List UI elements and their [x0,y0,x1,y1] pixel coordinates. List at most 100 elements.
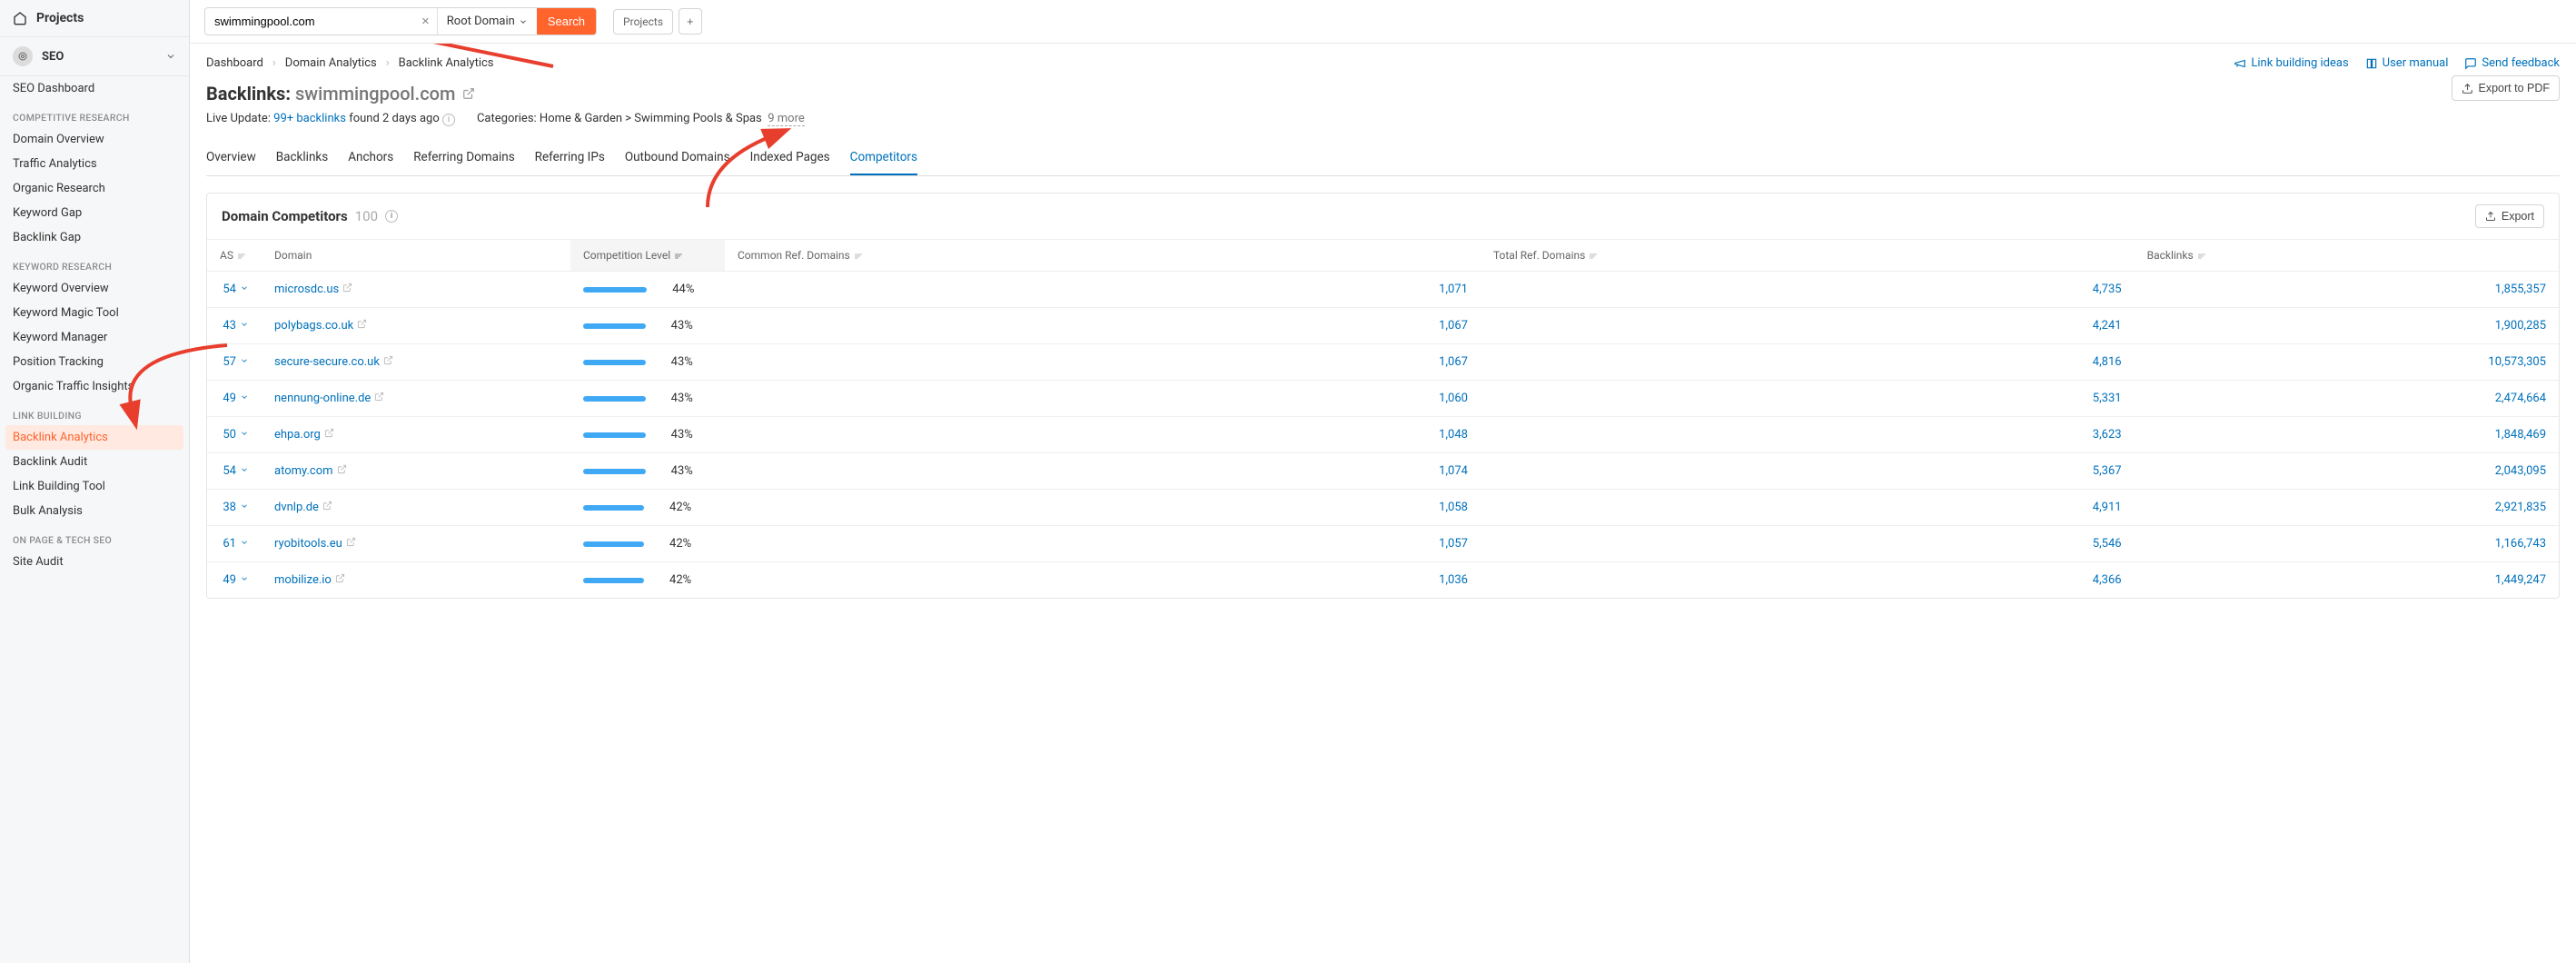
as-value[interactable]: 38 [223,501,249,514]
send-feedback[interactable]: Send feedback [2464,56,2560,70]
col-domain[interactable]: Domain [262,240,570,272]
as-value[interactable]: 57 [223,355,249,369]
backlinks-value[interactable]: 2,921,835 [2495,501,2546,514]
sidebar-item-seo-dashboard[interactable]: SEO Dashboard [0,76,189,101]
domain-link[interactable]: dvnlp.de [274,501,319,514]
common-ref-value[interactable]: 1,057 [1439,537,1468,551]
total-ref-value[interactable]: 5,546 [2093,537,2122,551]
col-competition-level[interactable]: Competition Level [570,240,725,272]
common-ref-value[interactable]: 1,071 [1439,283,1468,296]
sidebar-item-site-audit[interactable]: Site Audit [0,550,189,574]
as-value[interactable]: 43 [223,319,249,333]
tab-backlinks[interactable]: Backlinks [276,141,329,175]
sidebar-item-organic-research[interactable]: Organic Research [0,176,189,201]
sidebar-item-keyword-overview[interactable]: Keyword Overview [0,276,189,301]
sidebar-item-organic-traffic-insights[interactable]: Organic Traffic Insights [0,374,189,399]
external-link-icon[interactable] [342,283,352,296]
common-ref-value[interactable]: 1,067 [1439,319,1468,333]
total-ref-value[interactable]: 4,366 [2093,573,2122,587]
categories-more[interactable]: 9 more [768,112,805,126]
as-value[interactable]: 49 [223,392,249,405]
sidebar-item-backlink-analytics[interactable]: Backlink Analytics [5,425,183,450]
user-manual[interactable]: User manual [2365,56,2449,70]
common-ref-value[interactable]: 1,048 [1439,428,1468,442]
col-total-ref[interactable]: Total Ref. Domains [1481,240,2135,272]
sidebar-item-keyword-manager[interactable]: Keyword Manager [0,325,189,350]
search-clear-button[interactable]: × [414,14,437,29]
backlinks-value[interactable]: 2,043,095 [2495,464,2546,478]
domain-link[interactable]: polybags.co.uk [274,319,353,333]
tab-referring-ips[interactable]: Referring IPs [535,141,605,175]
scope-select[interactable]: Root Domain [437,8,537,35]
backlinks-value[interactable]: 1,449,247 [2495,573,2546,587]
backlinks-value[interactable]: 1,900,285 [2495,319,2546,333]
as-value[interactable]: 49 [223,573,249,587]
domain-link[interactable]: secure-secure.co.uk [274,355,380,369]
common-ref-value[interactable]: 1,060 [1439,392,1468,405]
sidebar-item-keyword-magic-tool[interactable]: Keyword Magic Tool [0,301,189,325]
breadcrumb-item[interactable]: Dashboard [206,56,263,70]
external-link-icon[interactable] [337,464,347,478]
backlinks-value[interactable]: 2,474,664 [2495,392,2546,405]
live-update-link[interactable]: 99+ backlinks [273,112,346,125]
add-project-button[interactable]: + [679,8,702,35]
breadcrumb-item[interactable]: Domain Analytics [285,56,377,70]
external-link-icon[interactable] [374,392,384,405]
col-as[interactable]: AS [207,240,262,272]
common-ref-value[interactable]: 1,036 [1439,573,1468,587]
backlinks-value[interactable]: 1,166,743 [2495,537,2546,551]
total-ref-value[interactable]: 3,623 [2093,428,2122,442]
total-ref-value[interactable]: 4,735 [2093,283,2122,296]
sidebar-item-keyword-gap[interactable]: Keyword Gap [0,201,189,225]
sidebar-seo-section[interactable]: SEO [0,37,189,76]
sidebar-item-backlink-gap[interactable]: Backlink Gap [0,225,189,250]
domain-link[interactable]: ehpa.org [274,428,321,442]
common-ref-value[interactable]: 1,067 [1439,355,1468,369]
external-link-icon[interactable] [346,537,356,551]
col-common-ref[interactable]: Common Ref. Domains [725,240,1481,272]
domain-link[interactable]: ryobitools.eu [274,537,342,551]
search-button[interactable]: Search [537,8,596,35]
total-ref-value[interactable]: 4,911 [2093,501,2122,514]
external-link-icon[interactable] [322,501,332,514]
domain-link[interactable]: atomy.com [274,464,333,478]
external-link-icon[interactable] [324,428,334,442]
as-value[interactable]: 61 [223,537,249,551]
backlinks-value[interactable]: 1,848,469 [2495,428,2546,442]
domain-link[interactable]: nennung-online.de [274,392,371,405]
sidebar-item-position-tracking[interactable]: Position Tracking [0,350,189,374]
sidebar-item-backlink-audit[interactable]: Backlink Audit [0,450,189,474]
tab-overview[interactable]: Overview [206,141,256,175]
as-value[interactable]: 50 [223,428,249,442]
backlinks-value[interactable]: 10,573,305 [2488,355,2546,369]
domain-link[interactable]: mobilize.io [274,573,332,587]
sidebar-item-domain-overview[interactable]: Domain Overview [0,127,189,152]
sidebar-item-bulk-analysis[interactable]: Bulk Analysis [0,499,189,523]
external-link-icon[interactable] [357,319,367,333]
total-ref-value[interactable]: 5,331 [2093,392,2122,405]
sidebar-item-traffic-analytics[interactable]: Traffic Analytics [0,152,189,176]
tab-outbound-domains[interactable]: Outbound Domains [625,141,730,175]
link-building-ideas[interactable]: Link building ideas [2234,56,2348,70]
col-backlinks[interactable]: Backlinks [2135,240,2559,272]
tab-anchors[interactable]: Anchors [348,141,393,175]
export-pdf-button[interactable]: Export to PDF [2452,75,2561,101]
export-button[interactable]: Export [2475,204,2544,228]
sidebar-item-link-building-tool[interactable]: Link Building Tool [0,474,189,499]
total-ref-value[interactable]: 5,367 [2093,464,2122,478]
total-ref-value[interactable]: 4,241 [2093,319,2122,333]
search-input[interactable] [205,8,414,35]
domain-link[interactable]: microsdc.us [274,283,339,296]
sidebar-projects-header[interactable]: Projects [0,0,189,37]
backlinks-value[interactable]: 1,855,357 [2495,283,2546,296]
as-value[interactable]: 54 [223,464,249,478]
external-link-icon[interactable] [383,355,393,369]
external-link-icon[interactable] [335,573,345,587]
as-value[interactable]: 54 [223,283,249,296]
tab-indexed-pages[interactable]: Indexed Pages [750,141,830,175]
common-ref-value[interactable]: 1,058 [1439,501,1468,514]
projects-chip[interactable]: Projects [613,9,673,35]
info-icon[interactable]: i [385,210,398,223]
tab-competitors[interactable]: Competitors [850,141,917,175]
common-ref-value[interactable]: 1,074 [1439,464,1468,478]
